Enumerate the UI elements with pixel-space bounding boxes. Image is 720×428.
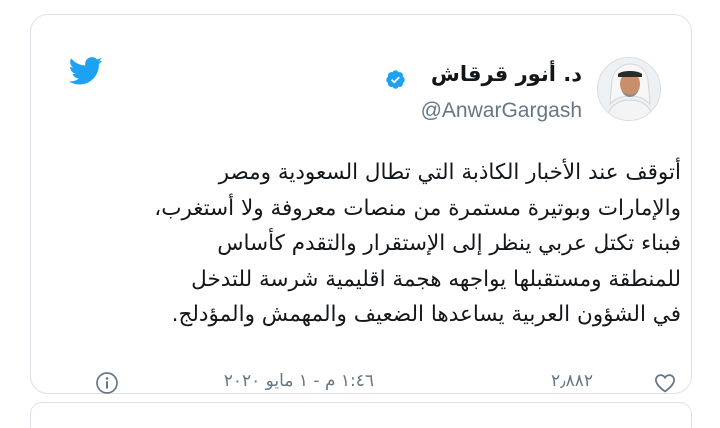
- tweet-text-line: فبناء تكتل عربي ينظر إلى الإستقرار والتق…: [217, 231, 681, 256]
- page: د. أنور قرقاش @AnwarGargash أتوقف عند ال…: [0, 0, 720, 428]
- info-circle-icon[interactable]: [95, 371, 119, 395]
- heart-outline-icon[interactable]: [654, 373, 676, 393]
- avatar-portrait: [598, 58, 660, 120]
- author-handle[interactable]: @AnwarGargash: [421, 99, 582, 123]
- tweet-text: أتوقف عند الأخبار الكاذبة التي تطال السع…: [101, 155, 681, 333]
- tweet-text-line: أتوقف عند الأخبار الكاذبة التي تطال السع…: [218, 160, 681, 185]
- tweet-text-line: للمنطقة ومستقبلها يواجهه هجمة اقليمية شر…: [191, 266, 681, 292]
- twitter-bird-icon[interactable]: [69, 57, 103, 85]
- tweet-text-line: في الشؤون العربية يساعدها الضعيف والمهمش…: [171, 302, 681, 327]
- tweet-timestamp[interactable]: ١:٤٦ م - ١ مايو ٢٠٢٠: [224, 371, 374, 391]
- author-avatar[interactable]: [597, 57, 661, 121]
- tweet-card[interactable]: د. أنور قرقاش @AnwarGargash أتوقف عند ال…: [30, 14, 692, 394]
- next-tweet-card[interactable]: [30, 402, 692, 428]
- like-count[interactable]: ٢٫٨٨٢: [551, 371, 593, 391]
- tweet-text-line: والإمارات وبوتيرة مستمرة من منصات معروفة…: [154, 195, 681, 221]
- author-display-name[interactable]: د. أنور قرقاش: [431, 62, 582, 86]
- verified-badge-icon: [386, 70, 405, 89]
